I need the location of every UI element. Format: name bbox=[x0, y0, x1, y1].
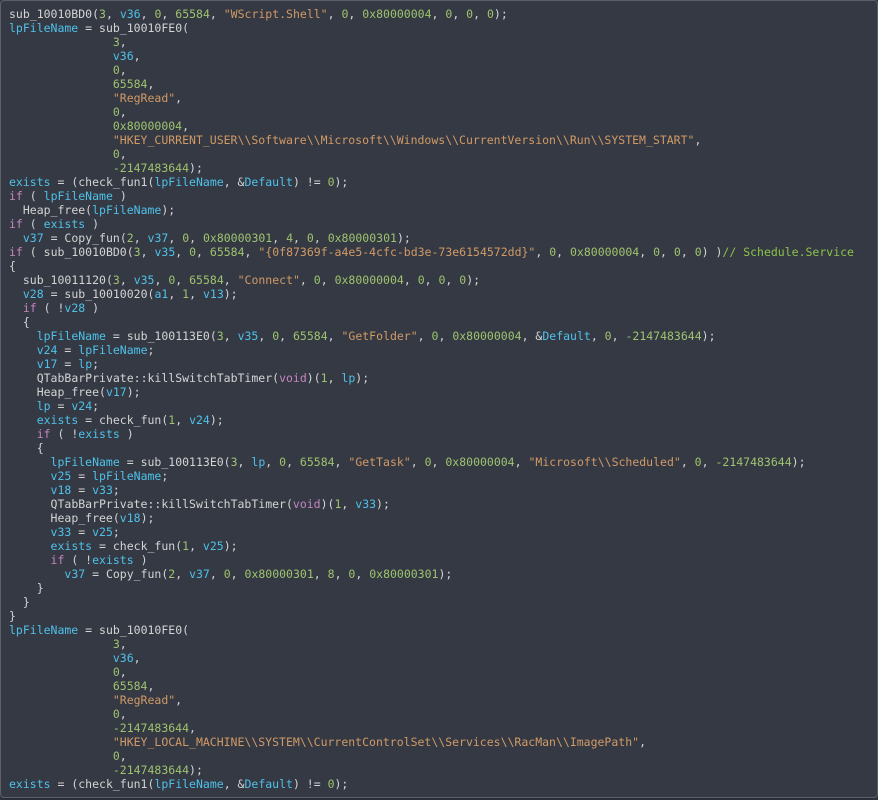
code-block: sub_10010BD0(3, v36, 0, 65584, "WScript.… bbox=[9, 7, 869, 791]
